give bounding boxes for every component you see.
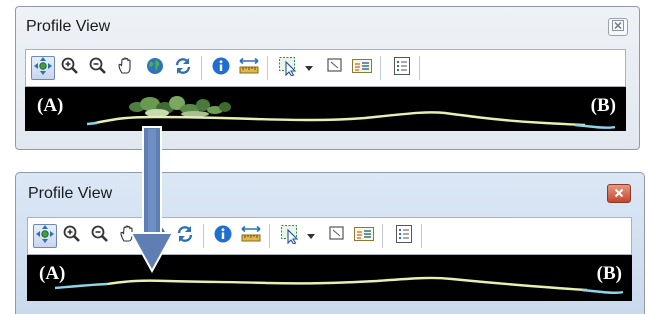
profile-toolbar (27, 217, 632, 255)
export-icon (353, 224, 375, 249)
pan-navigate-icon (33, 56, 53, 81)
dropdown-icon (304, 59, 314, 77)
refresh-icon (173, 56, 193, 81)
properties-button[interactable] (392, 224, 416, 248)
point-a-label: (A) (39, 263, 66, 284)
zoom-out-icon (88, 56, 108, 81)
toolbar-separator (419, 56, 420, 80)
pan-navigate-button[interactable] (31, 56, 55, 80)
profile-toolbar (25, 49, 626, 87)
export-icon (351, 56, 373, 81)
toolbar-separator (203, 224, 204, 248)
measure-button[interactable] (239, 224, 263, 248)
hand-pan-button[interactable] (114, 56, 138, 80)
toolbar-separator (382, 224, 383, 248)
hand-pan-icon (116, 56, 136, 81)
select-icon (280, 224, 302, 249)
refresh-button[interactable] (173, 224, 197, 248)
pan-navigate-button[interactable] (33, 224, 57, 248)
zoom-out-icon (90, 224, 110, 249)
ground-profile-line (106, 276, 588, 292)
close-icon (614, 185, 624, 203)
select-button[interactable] (277, 56, 301, 80)
profile-display: (A) (B) (27, 255, 632, 301)
toolbar-separator (267, 56, 268, 80)
refresh-button[interactable] (171, 56, 195, 80)
toolbar-separator (380, 56, 381, 80)
properties-icon (394, 224, 414, 249)
point-b-label: (B) (596, 263, 622, 284)
clear-selection-icon (327, 224, 347, 249)
transition-arrow-icon (130, 126, 174, 273)
water-profile-line (54, 282, 624, 294)
ground-profile-line (94, 111, 586, 127)
point-a-label: (A) (37, 95, 64, 116)
toolbar-separator (201, 56, 202, 80)
profile-view-window-original: Profile View (A) (B) (15, 6, 640, 150)
refresh-icon (175, 224, 195, 249)
identify-button[interactable] (209, 56, 233, 80)
zoom-in-button[interactable] (60, 224, 84, 248)
zoom-in-icon (60, 56, 80, 81)
properties-icon (392, 56, 412, 81)
pan-navigate-icon (35, 224, 55, 249)
measure-icon (240, 224, 262, 249)
export-button[interactable] (352, 224, 376, 248)
measure-icon (238, 56, 260, 81)
select-icon (278, 56, 300, 81)
toolbar-separator (269, 224, 270, 248)
clear-selection-button[interactable] (323, 56, 347, 80)
select-dropdown-button[interactable] (304, 224, 318, 248)
dropdown-icon (306, 227, 316, 245)
info-icon (213, 224, 233, 249)
zoom-in-icon (62, 224, 82, 249)
zoom-out-button[interactable] (86, 56, 110, 80)
export-button[interactable] (350, 56, 374, 80)
point-b-label: (B) (590, 95, 616, 116)
close-button[interactable] (607, 184, 631, 203)
profile-view-window-filtered: Profile View (A) (B) (15, 172, 645, 314)
measure-button[interactable] (237, 56, 261, 80)
properties-button[interactable] (390, 56, 414, 80)
close-button[interactable] (608, 18, 628, 36)
identify-button[interactable] (211, 224, 235, 248)
select-button[interactable] (279, 224, 303, 248)
close-icon (612, 18, 624, 36)
full-extent-button[interactable] (143, 56, 167, 80)
select-dropdown-button[interactable] (302, 56, 316, 80)
globe-full-extent-icon (145, 56, 165, 81)
zoom-in-button[interactable] (58, 56, 82, 80)
window-title: Profile View (26, 18, 111, 35)
toolbar-separator (421, 224, 422, 248)
window-title: Profile View (28, 185, 113, 202)
profile-display: (A) (B) (25, 87, 626, 131)
info-icon (211, 56, 231, 81)
zoom-out-button[interactable] (88, 224, 112, 248)
vegetation-canopy (129, 96, 231, 117)
clear-selection-button[interactable] (325, 224, 349, 248)
clear-selection-icon (325, 56, 345, 81)
